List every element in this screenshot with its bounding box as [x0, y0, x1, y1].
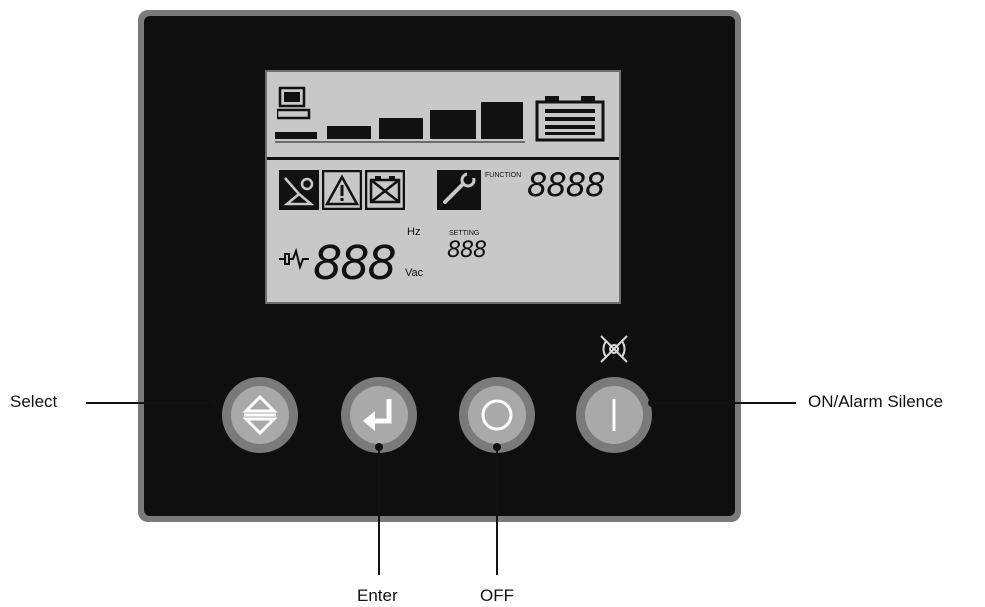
select-label: Select [10, 392, 58, 411]
select-leader-dot [212, 399, 220, 407]
enter-arrow-icon [363, 399, 392, 431]
alarm-silenced-icon [600, 335, 628, 363]
lcd-divider [267, 157, 619, 160]
enter-leader-line [378, 447, 380, 575]
ac-input-icon [279, 247, 309, 271]
circle-icon [481, 399, 513, 431]
function-label: FUNCTION [485, 172, 522, 179]
off-leader-line [496, 447, 498, 575]
bypass-icon [279, 170, 319, 210]
on-leader-line [654, 402, 796, 404]
select-leader-line [86, 402, 216, 404]
wrench-icon [437, 170, 481, 210]
setting-digits: 888 [447, 238, 487, 263]
enter-button[interactable] [341, 377, 417, 453]
on-alarm-silence-label: ON/Alarm Silence [808, 392, 944, 411]
select-button[interactable] [222, 377, 298, 453]
function-digits: 8888 [527, 166, 605, 204]
enter-label: Enter [357, 586, 398, 605]
vac-label: Vac [405, 267, 424, 279]
load-bar-icon [275, 102, 525, 143]
main-digits: 888 [313, 236, 397, 290]
vertical-line-icon [612, 399, 616, 431]
battery-fault-icon [365, 170, 405, 210]
lcd-display: FUNCTION 8888 888 Hz Vac SETTING 888 [265, 70, 621, 304]
off-label: OFF [480, 586, 514, 605]
setting-label: SETTING [449, 230, 480, 237]
hz-label: Hz [407, 226, 421, 238]
on-alarm-silence-button[interactable] [576, 377, 652, 453]
warning-icon [322, 170, 362, 210]
battery-icon [535, 96, 605, 142]
up-down-arrows-icon [242, 394, 278, 436]
off-button[interactable] [459, 377, 535, 453]
